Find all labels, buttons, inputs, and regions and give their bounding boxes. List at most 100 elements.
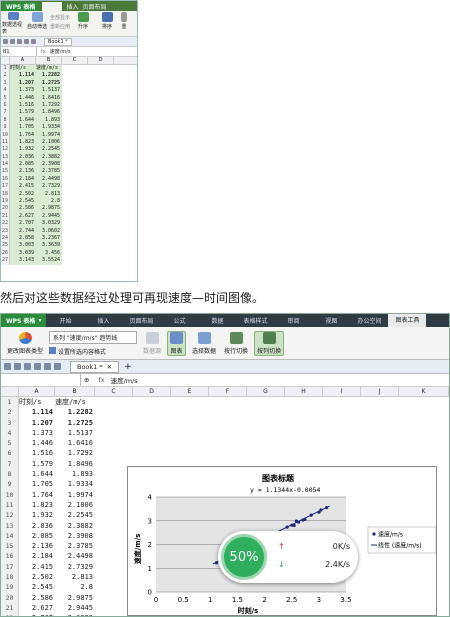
cell[interactable]: 3.143 — [10, 257, 36, 265]
cell[interactable]: 2.085 — [10, 161, 36, 169]
row-number[interactable]: 1 — [1, 65, 10, 73]
open-icon[interactable] — [4, 363, 11, 370]
column-header[interactable]: A — [10, 57, 36, 64]
row-number[interactable]: 23 — [1, 227, 10, 235]
new-tab-icon[interactable]: + — [124, 362, 132, 372]
cell[interactable]: 2.3882 — [55, 521, 95, 531]
row-number[interactable]: 20 — [1, 592, 19, 603]
cell[interactable]: 2.545 — [19, 582, 55, 592]
column-header[interactable]: G — [247, 387, 285, 396]
row-number[interactable]: 21 — [1, 212, 10, 221]
row-number[interactable]: 16 — [1, 175, 10, 184]
menu-tab[interactable]: 数据 — [198, 316, 236, 325]
row-number[interactable]: 9 — [1, 479, 19, 490]
row-number[interactable]: 15 — [1, 168, 10, 176]
cell[interactable]: 1.893 — [36, 116, 62, 125]
cell[interactable]: 3.039 — [10, 249, 36, 258]
cell[interactable]: 2.586 — [19, 593, 55, 603]
cell[interactable]: 3.2367 — [36, 234, 62, 243]
cell[interactable]: 2.9445 — [36, 212, 62, 221]
cell[interactable]: 2.8 — [36, 198, 62, 206]
series-select[interactable]: 系列 "速度/m/s" 趋势线 — [49, 330, 138, 344]
name-box[interactable] — [1, 374, 81, 386]
switch-column-button[interactable]: 按列切换 — [254, 330, 285, 356]
row-number[interactable]: 3 — [1, 417, 19, 428]
cell[interactable]: 2.036 — [10, 153, 36, 162]
cell[interactable]: 1.764 — [19, 490, 55, 500]
row-number[interactable]: 8 — [1, 116, 10, 125]
cell[interactable]: 2.813 — [36, 190, 62, 199]
row-number[interactable]: 7 — [1, 109, 10, 117]
undo-icon[interactable] — [24, 39, 29, 44]
row-number[interactable]: 4 — [1, 87, 10, 95]
row-number[interactable]: 14 — [1, 161, 10, 169]
cell[interactable]: 3.003 — [10, 242, 36, 250]
cell[interactable]: 1.8496 — [36, 109, 62, 117]
cell[interactable]: 2.4498 — [55, 551, 95, 561]
row-number[interactable]: 17 — [1, 561, 19, 573]
cell[interactable]: 2.9875 — [55, 593, 95, 603]
row-number[interactable]: 2 — [1, 72, 10, 80]
cell[interactable]: 1.764 — [10, 131, 36, 139]
column-header[interactable]: B — [55, 387, 95, 396]
cell[interactable]: 1.5137 — [36, 87, 62, 95]
cell[interactable]: 3.0329 — [55, 613, 95, 616]
zoom-icon[interactable]: ⊕ — [81, 376, 92, 384]
row-number[interactable]: 22 — [1, 220, 10, 228]
cell[interactable]: 1.207 — [19, 418, 55, 428]
cell[interactable]: 2.3908 — [55, 531, 95, 541]
column-header[interactable]: E — [171, 387, 209, 396]
cell[interactable]: 3.3639 — [36, 242, 62, 250]
cell[interactable]: 1.5137 — [55, 428, 95, 438]
menu-tab[interactable]: 插入 — [84, 316, 122, 325]
row-number[interactable]: 7 — [1, 458, 19, 470]
row-number[interactable]: 1 — [1, 397, 19, 408]
cell[interactable]: 2.7329 — [55, 562, 95, 572]
cell[interactable]: 1.9974 — [36, 131, 62, 139]
print-icon[interactable] — [24, 363, 31, 370]
cell[interactable]: 1.446 — [10, 94, 36, 102]
cell[interactable]: 1.705 — [19, 479, 55, 489]
repeat-button[interactable]: 重 — [120, 12, 128, 35]
cell[interactable]: 速度/m/s — [36, 65, 62, 73]
menu-tab-home[interactable]: 开始 — [42, 1, 63, 11]
fx-icon[interactable]: fx — [92, 376, 110, 384]
cell[interactable]: 3.456 — [36, 249, 62, 258]
cell[interactable]: 1.207 — [10, 79, 36, 88]
row-number[interactable]: 17 — [1, 183, 10, 191]
cell[interactable]: 1.516 — [10, 101, 36, 110]
auto-filter-button[interactable]: 自动筛选 — [26, 12, 48, 35]
row-number[interactable]: 4 — [1, 427, 19, 439]
column-header[interactable]: K — [399, 387, 449, 396]
cell[interactable]: 2.415 — [10, 183, 36, 191]
row-number[interactable]: 8 — [1, 469, 19, 480]
speed-overlay-widget[interactable]: 50% ↑ 0K/s ↓ 2.4K/s — [218, 531, 358, 583]
column-header[interactable]: H — [285, 387, 323, 396]
row-number[interactable]: 18 — [1, 190, 10, 199]
cell[interactable]: 1.932 — [10, 146, 36, 154]
column-header[interactable]: D — [133, 387, 171, 396]
trendline-equation[interactable]: y = 1.1344x-0.0054 — [250, 486, 321, 494]
print-icon[interactable] — [17, 39, 22, 44]
cell[interactable]: 2.036 — [19, 521, 55, 531]
cell[interactable]: 1.893 — [55, 469, 95, 479]
cell[interactable]: 1.6416 — [55, 438, 95, 448]
chart-legend[interactable]: 速度/m/s 线性 (速度/m/s) — [367, 526, 437, 554]
cell[interactable]: 1.705 — [10, 124, 36, 132]
menu-tab[interactable]: 页面布局 — [122, 316, 160, 325]
change-chart-type-button[interactable]: 更改图表类型 — [5, 331, 45, 355]
cell[interactable]: 2.9875 — [36, 205, 62, 213]
cell[interactable]: 2.184 — [10, 175, 36, 184]
cell[interactable]: 3.5524 — [36, 257, 62, 265]
menu-tab[interactable]: 开始 — [46, 316, 84, 325]
cell[interactable]: 2.586 — [10, 205, 36, 213]
cell[interactable]: 1.823 — [10, 138, 36, 147]
column-header[interactable]: F — [209, 387, 247, 396]
row-number[interactable]: 25 — [1, 242, 10, 250]
row-number[interactable]: 6 — [1, 101, 10, 110]
cell[interactable]: 2.707 — [10, 220, 36, 228]
cell[interactable]: 2.627 — [10, 212, 36, 221]
row-number[interactable]: 19 — [1, 198, 10, 206]
cell[interactable]: 3.0329 — [36, 220, 62, 228]
row-number[interactable]: 16 — [1, 551, 19, 562]
